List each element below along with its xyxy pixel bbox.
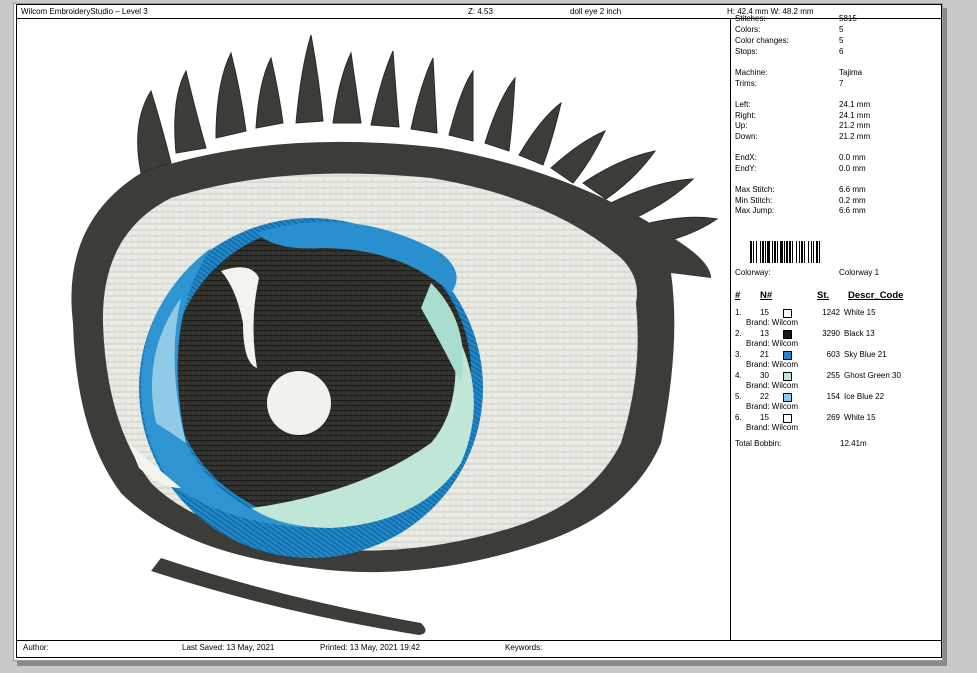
row-thread-number: 21 — [760, 350, 769, 359]
col-header-stitches: St. — [817, 290, 830, 301]
stat-value: 5 — [839, 36, 844, 45]
panel-divider — [730, 18, 731, 640]
stat-label: EndX: — [735, 153, 757, 162]
row-description: Black 13 — [844, 329, 875, 338]
stat-label: Color changes: — [735, 36, 789, 45]
stat-label: Min Stitch: — [735, 196, 773, 205]
row-description: White 15 — [844, 308, 876, 317]
stat-value: 0.2 mm — [839, 196, 866, 205]
stat-label: EndY: — [735, 164, 757, 173]
row-thread-number: 15 — [760, 308, 769, 317]
row-brand: Brand: Wilcom — [746, 360, 799, 369]
stat-value: 21.2 mm — [839, 121, 871, 130]
stat-label: Max Stitch: — [735, 185, 775, 194]
printed-date: Printed: 13 May, 2021 19:42 — [320, 643, 420, 652]
row-thread-number: 30 — [760, 371, 769, 380]
row-thread-number: 15 — [760, 413, 769, 422]
row-color-swatch — [783, 414, 792, 423]
row-brand: Brand: Wilcom — [746, 339, 799, 348]
row-description: Ghost Green 30 — [844, 371, 901, 380]
app-title: Wilcom EmbroideryStudio – Level 3 — [21, 7, 148, 16]
stat-label: Trims: — [735, 79, 757, 88]
stat-value: 5 — [839, 25, 844, 34]
colorway-label: Colorway: — [735, 268, 771, 277]
row-stitch-count: 603 — [826, 350, 840, 359]
stat-label: Colors: — [735, 25, 761, 34]
row-stitch-count: 3290 — [822, 329, 840, 338]
stat-value: 24.1 mm — [839, 111, 871, 120]
stat-label: Up: — [735, 121, 748, 130]
row-index: 6. — [735, 413, 742, 422]
row-description: White 15 — [844, 413, 876, 422]
col-header-description: Descr_Code — [848, 290, 904, 301]
stat-value: 21.2 mm — [839, 132, 871, 141]
row-brand: Brand: Wilcom — [746, 381, 799, 390]
stat-value: 7 — [839, 79, 844, 88]
footer-divider — [17, 640, 941, 641]
row-color-swatch — [783, 393, 792, 402]
row-brand: Brand: Wilcom — [746, 402, 799, 411]
row-thread-number: 22 — [760, 392, 769, 401]
stat-value: 0.0 mm — [839, 153, 866, 162]
row-color-swatch — [783, 351, 792, 360]
stat-label: Stitches: — [735, 14, 766, 23]
col-header-number: N# — [760, 290, 773, 301]
row-index: 1. — [735, 308, 742, 317]
stat-value: Tajima — [839, 68, 863, 77]
row-stitch-count: 1242 — [822, 308, 840, 317]
row-index: 2. — [735, 329, 742, 338]
barcode-image — [750, 241, 820, 263]
stat-value: 0.0 mm — [839, 164, 866, 173]
row-index: 3. — [735, 350, 742, 359]
total-bobbin-label: Total Bobbin: — [735, 439, 782, 448]
stat-label: Stops: — [735, 47, 758, 56]
col-header-index: # — [735, 290, 741, 301]
row-stitch-count: 269 — [826, 413, 840, 422]
colorway-value: Colorway 1 — [839, 268, 880, 277]
zoom-level: Z: 4.53 — [468, 7, 493, 16]
stat-label: Machine: — [735, 68, 768, 77]
row-thread-number: 13 — [760, 329, 769, 338]
stat-value: 24.1 mm — [839, 100, 871, 109]
row-color-swatch — [783, 330, 792, 339]
design-name: doll eye 2 inch — [570, 7, 622, 16]
stat-label: Down: — [735, 132, 758, 141]
row-stitch-count: 255 — [826, 371, 840, 380]
row-index: 5. — [735, 392, 742, 401]
row-color-swatch — [783, 309, 792, 318]
stat-value: 6 — [839, 47, 844, 56]
row-stitch-count: 154 — [826, 392, 840, 401]
row-index: 4. — [735, 371, 742, 380]
stat-value: 6.6 mm — [839, 185, 866, 194]
row-brand: Brand: Wilcom — [746, 318, 799, 327]
stat-label: Max Jump: — [735, 206, 775, 215]
embroidery-design-preview — [71, 34, 719, 635]
row-brand: Brand: Wilcom — [746, 423, 799, 432]
row-description: Ice Blue 22 — [844, 392, 885, 401]
header-divider — [17, 18, 941, 19]
stat-label: Right: — [735, 111, 756, 120]
stat-value: 5815 — [839, 14, 857, 23]
stat-value: 6.6 mm — [839, 206, 866, 215]
row-color-swatch — [783, 372, 792, 381]
row-description: Sky Blue 21 — [844, 350, 887, 359]
stat-label: Left: — [735, 100, 751, 109]
last-saved: Last Saved: 13 May, 2021 — [182, 643, 275, 652]
print-preview-sheet: Wilcom EmbroideryStudio – Level 3 Z: 4.5… — [13, 3, 943, 661]
total-bobbin-value: 12.41m — [840, 439, 867, 448]
sheet-frame: Wilcom EmbroideryStudio – Level 3 Z: 4.5… — [16, 4, 942, 658]
keywords-label: Keywords: — [505, 643, 543, 652]
highlight-dot — [267, 371, 331, 435]
author-label: Author: — [23, 643, 49, 652]
